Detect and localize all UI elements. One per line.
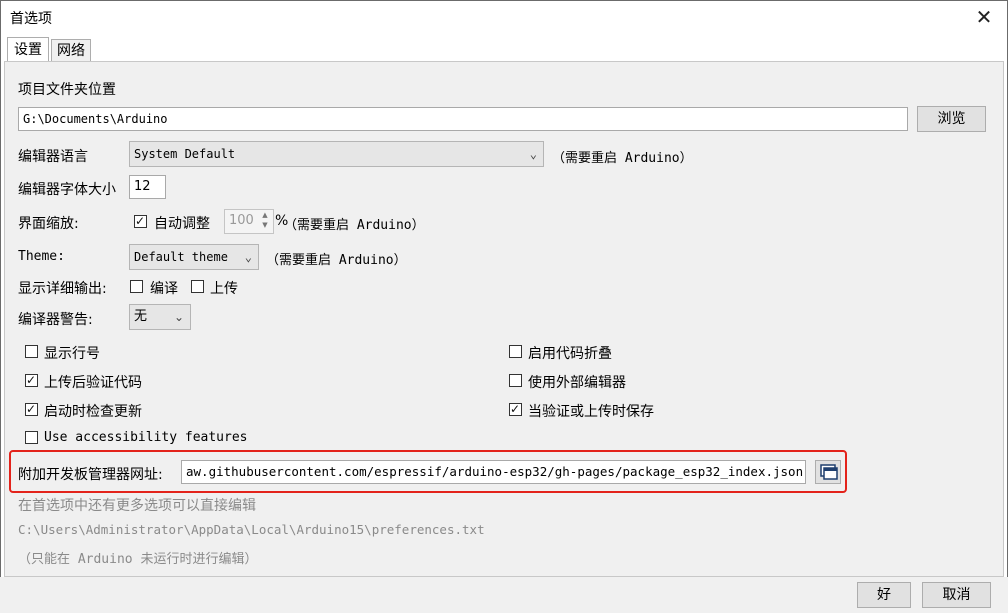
editor-language-note: （需要重启 Arduino）: [552, 151, 693, 166]
line-numbers-label: 显示行号: [44, 346, 100, 362]
board-urls-input[interactable]: aw.githubusercontent.com/espressif/ardui…: [181, 460, 806, 484]
title-bar: 首选项 ✕: [1, 1, 1007, 33]
compiler-warnings-label: 编译器警告:: [18, 312, 93, 328]
code-folding-label: 启用代码折叠: [528, 346, 612, 362]
line-numbers-checkbox[interactable]: [25, 345, 38, 358]
spinner-up-icon[interactable]: ▲: [259, 211, 271, 219]
edit-note-text: （只能在 Arduino 未运行时进行编辑）: [18, 552, 258, 567]
editor-language-select[interactable]: System Default ⌄: [129, 141, 544, 167]
font-size-label: 编辑器字体大小: [18, 182, 116, 198]
check-updates-checkbox[interactable]: [25, 403, 38, 416]
prefs-path-text: C:\Users\Administrator\AppData\Local\Ard…: [18, 522, 485, 537]
theme-value: Default theme: [134, 250, 228, 264]
theme-select[interactable]: Default theme ⌄: [129, 244, 259, 270]
scale-spinner[interactable]: 100 ▲ ▼: [224, 209, 274, 234]
board-urls-edit-button[interactable]: [815, 460, 841, 484]
interface-scale-note: （需要重启 Arduino）: [284, 218, 425, 233]
auto-scale-label: 自动调整: [154, 216, 210, 232]
verbose-compile-checkbox[interactable]: [130, 280, 143, 293]
theme-note: （需要重启 Arduino）: [266, 253, 407, 268]
scale-value: 100: [229, 213, 254, 228]
auto-scale-checkbox[interactable]: [134, 215, 147, 228]
code-folding-checkbox[interactable]: [509, 345, 522, 358]
save-on-verify-label: 当验证或上传时保存: [528, 404, 654, 420]
external-editor-checkbox[interactable]: [509, 374, 522, 387]
more-prefs-text: 在首选项中还有更多选项可以直接编辑: [18, 498, 256, 514]
check-updates-label: 启动时检查更新: [44, 404, 142, 420]
editor-language-value: System Default: [134, 147, 236, 161]
verbose-upload-checkbox[interactable]: [191, 280, 204, 293]
close-icon[interactable]: ✕: [971, 3, 997, 31]
compiler-warnings-value: 无: [134, 309, 148, 324]
chevron-down-icon: ⌄: [244, 250, 252, 264]
verbose-compile-label: 编译: [150, 281, 178, 297]
sketchbook-label: 项目文件夹位置: [18, 82, 116, 98]
verify-after-upload-label: 上传后验证代码: [44, 375, 142, 391]
ok-button[interactable]: 好: [857, 582, 911, 608]
window-list-icon: [820, 464, 838, 480]
sketchbook-path-input[interactable]: G:\Documents\Arduino: [18, 107, 908, 131]
compiler-warnings-select[interactable]: 无 ⌄: [129, 304, 191, 330]
tab-network[interactable]: 网络: [51, 39, 91, 62]
verbose-output-label: 显示详细输出:: [18, 281, 107, 297]
board-urls-label: 附加开发板管理器网址:: [18, 467, 163, 483]
external-editor-label: 使用外部编辑器: [528, 375, 626, 391]
verbose-upload-label: 上传: [210, 281, 238, 297]
theme-label: Theme:: [18, 249, 65, 264]
browse-button[interactable]: 浏览: [917, 106, 986, 132]
cancel-button[interactable]: 取消: [922, 582, 991, 608]
save-on-verify-checkbox[interactable]: [509, 403, 522, 416]
font-size-input[interactable]: 12: [129, 175, 166, 199]
chevron-down-icon: ⌄: [529, 147, 537, 161]
window-title: 首选项: [10, 11, 52, 27]
tab-settings[interactable]: 设置: [7, 37, 49, 62]
interface-scale-label: 界面缩放:: [18, 216, 79, 232]
editor-language-label: 编辑器语言: [18, 149, 88, 165]
spinner-down-icon[interactable]: ▼: [259, 221, 271, 229]
accessibility-label: Use accessibility features: [44, 430, 248, 445]
chevron-down-icon: ⌄: [173, 310, 184, 324]
accessibility-checkbox[interactable]: [25, 431, 38, 444]
verify-after-upload-checkbox[interactable]: [25, 374, 38, 387]
